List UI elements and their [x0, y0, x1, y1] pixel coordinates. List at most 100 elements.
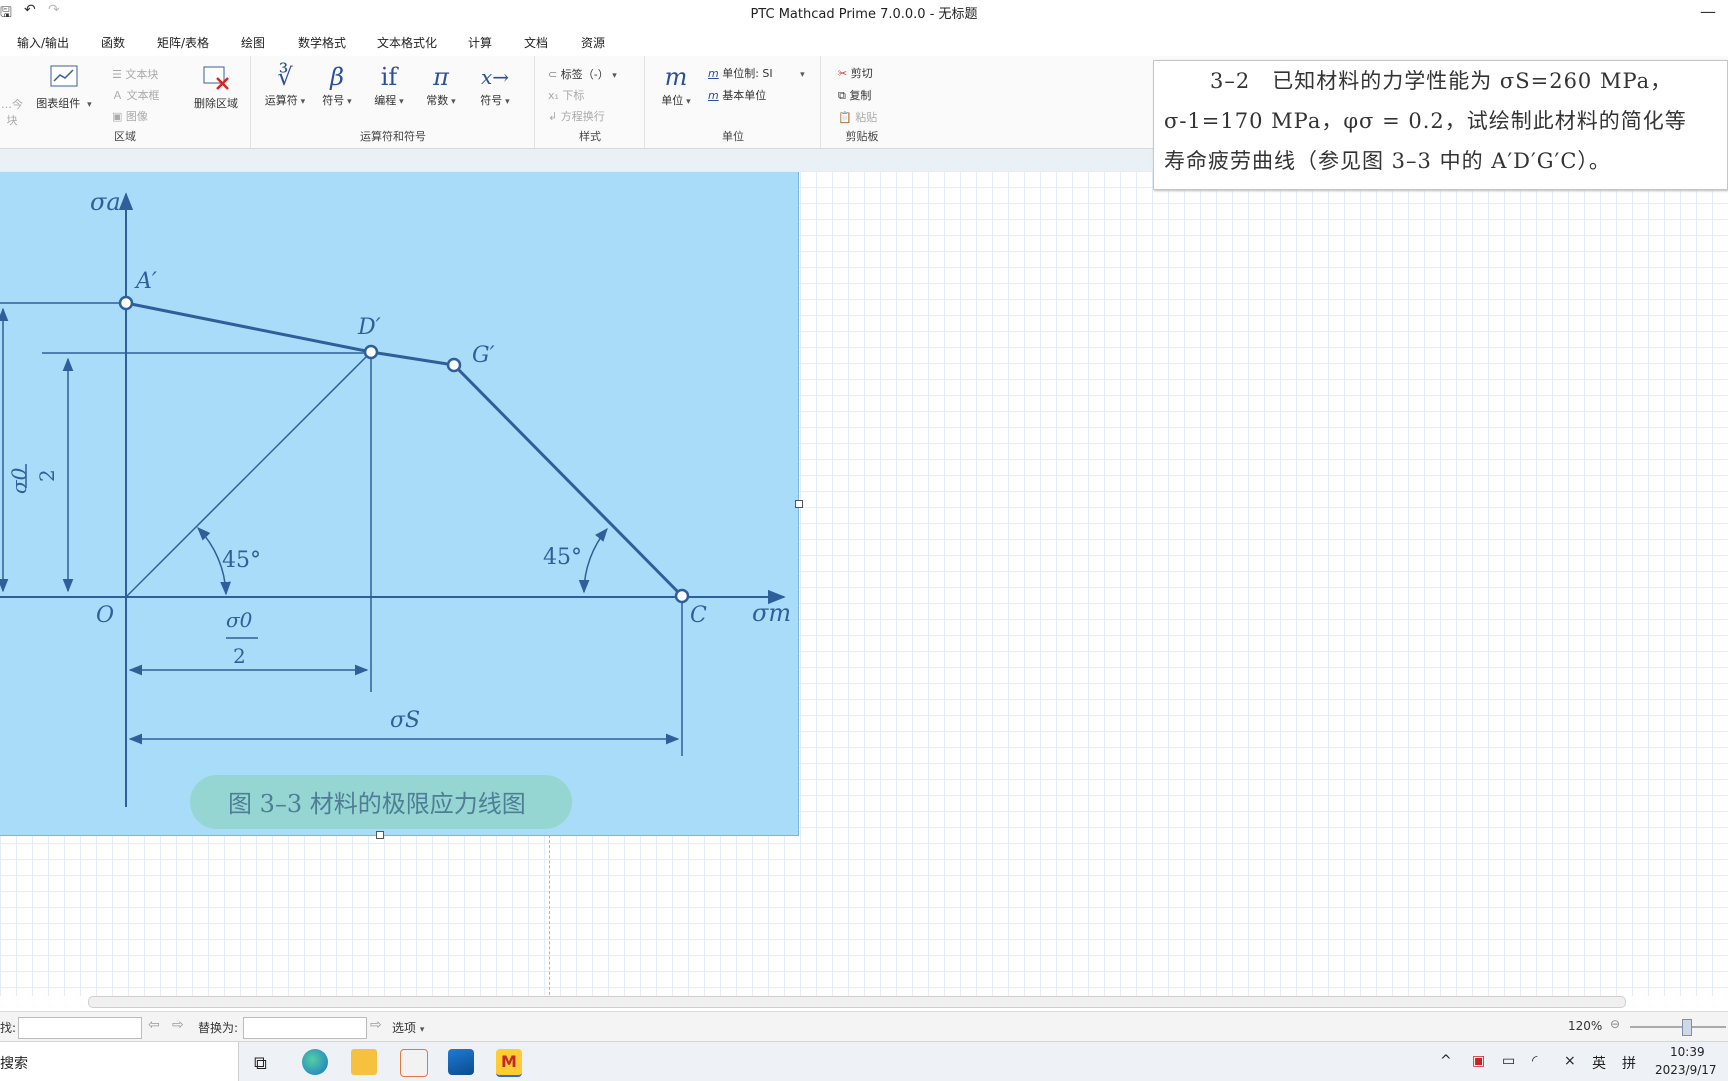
constants-button[interactable]: π 常数 ▾ [416, 62, 466, 108]
image-label: 图像 [125, 110, 148, 123]
ribbon-tabs: 输入/输出 函数 矩阵/表格 绘图 数学格式 文本格式化 计算 文档 资源 [0, 30, 1728, 52]
task-view-icon[interactable]: ⧉ [254, 1053, 267, 1074]
photos-icon[interactable] [448, 1049, 474, 1075]
symbolic-button[interactable]: x→ 符号 ▾ [468, 62, 522, 108]
base-units-button[interactable]: m 基本单位 [708, 87, 766, 103]
group-clipboard-label: 剪贴板 [845, 130, 879, 143]
label-dropdown[interactable]: ⊂ 标签（-） ▾ [548, 66, 617, 82]
battery-icon[interactable]: ▭ [1502, 1053, 1515, 1069]
math-block-button[interactable]: …今块 [0, 96, 24, 128]
taskbar-search[interactable]: 搜索 [0, 1042, 239, 1081]
vertical-half-sigma0-num: σ0 [7, 467, 31, 494]
chart-icon [50, 65, 78, 87]
delete-region-icon [203, 66, 229, 90]
image-region[interactable]: σa σm A′ D′ G′ C O σ0 σS σ0 2 45° 45° 2 … [0, 172, 803, 839]
base-units-icon: m [708, 89, 719, 102]
operators-button[interactable]: ∛ 运算符 ▾ [260, 62, 310, 108]
zoom-out-icon[interactable]: ⊖ [1610, 1017, 1620, 1031]
programming-label: 编程 [374, 94, 397, 107]
copy-label: 复制 [849, 89, 872, 102]
group-operators-label: 运算符和符号 [360, 130, 426, 143]
text-box-button[interactable]: Ａ 文本框 [112, 87, 160, 103]
replace-icon[interactable]: ⇨ [370, 1017, 382, 1033]
radical-icon: ∛ [277, 63, 293, 91]
wifi-icon[interactable]: ◜ [1532, 1053, 1537, 1069]
sigma-s-label: σS [390, 708, 420, 733]
show-hidden-icons-icon[interactable]: ^ [1440, 1053, 1452, 1069]
zoom-level: 120% [1568, 1019, 1603, 1033]
point-g-label: G′ [472, 343, 495, 368]
window-title: PTC Mathcad Prime 7.0.0.0 - 无标题 [750, 7, 978, 22]
symbols-button[interactable]: β 符号 ▾ [312, 62, 362, 108]
chart-component-button[interactable]: 图表组件 ▾ [36, 62, 92, 111]
problem-text-region[interactable]: 3–2 已知材料的力学性能为 σS=260 MPa， σ-1=170 MPa，φ… [1153, 60, 1728, 190]
zoom-slider[interactable] [1630, 1026, 1726, 1028]
resize-handle-right[interactable] [795, 500, 803, 508]
tab-calculation[interactable]: 计算 [468, 34, 492, 51]
tab-io[interactable]: 输入/输出 [17, 34, 69, 51]
base-units-label: 基本单位 [722, 89, 767, 102]
tab-matrices[interactable]: 矩阵/表格 [157, 34, 209, 51]
options-dropdown[interactable]: 选项 ▾ [392, 1019, 424, 1036]
programming-button[interactable]: if 编程 ▾ [364, 62, 414, 108]
resize-handle-bottom[interactable] [376, 831, 384, 839]
pi-icon: π [433, 63, 449, 91]
units-button[interactable]: m 单位 ▾ [654, 62, 698, 108]
unit-system-icon: m [708, 67, 719, 80]
tab-documents[interactable]: 文档 [524, 34, 548, 51]
point-a-marker [118, 295, 134, 311]
subscript-button[interactable]: x₁ 下标 [548, 87, 584, 103]
minimize-icon[interactable]: — [1700, 2, 1716, 21]
x-axis-label: σm [752, 599, 791, 627]
unit-system-dropdown[interactable]: m 单位制: SI ▾ [708, 65, 805, 81]
mathcad-icon[interactable]: M [496, 1049, 522, 1077]
find-label: 找: [0, 1021, 17, 1035]
scissors-icon: ✂ [838, 67, 848, 80]
group-operators: ∛ 运算符 ▾ β 符号 ▾ if 编程 ▾ π 常数 ▾ x→ 符号 ▾ 运算… [252, 56, 535, 148]
tab-resources[interactable]: 资源 [581, 34, 605, 51]
text-box-label: 文本框 [126, 89, 160, 102]
tab-functions[interactable]: 函数 [101, 34, 125, 51]
point-d-label: D′ [357, 315, 381, 340]
right-angle-label: 45° [543, 545, 582, 570]
horizontal-scrollbar[interactable] [88, 996, 1626, 1008]
tab-plots[interactable]: 绘图 [241, 34, 265, 51]
copy-button[interactable]: ⧉ 复制 [838, 87, 871, 103]
clock-date[interactable]: 2023/9/17 [1655, 1063, 1717, 1077]
clock-time[interactable]: 10:39 [1670, 1045, 1705, 1059]
group-region-label: 区域 [114, 130, 136, 143]
delete-region-button[interactable]: 删除区域 [188, 62, 244, 111]
file-explorer-icon[interactable] [351, 1049, 377, 1075]
paste-label: 粘贴 [855, 111, 878, 124]
zoom-slider-thumb[interactable] [1682, 1019, 1692, 1036]
cut-button[interactable]: ✂ 剪切 [838, 65, 873, 81]
tray-app-icon[interactable]: ▣ [1472, 1053, 1485, 1069]
title-bar: 🖫 ↶ ↷ PTC Mathcad Prime 7.0.0.0 - 无标题 — [0, 0, 1728, 22]
chart-component-label: 图表组件 [36, 97, 81, 110]
image-button[interactable]: ▣ 图像 [112, 108, 148, 124]
find-input[interactable] [18, 1017, 142, 1039]
half-sigma0-den: 2 [233, 644, 246, 668]
find-next-icon[interactable]: ⇨ [172, 1017, 184, 1033]
tab-text-formatting[interactable]: 文本格式化 [377, 34, 437, 51]
paste-button[interactable]: 📋 粘贴 [838, 109, 877, 125]
ime-language[interactable]: 英 [1592, 1053, 1606, 1073]
app-icon[interactable] [400, 1049, 428, 1077]
problem-line-1: 3–2 已知材料的力学性能为 σS=260 MPa， [1210, 69, 1673, 93]
edge-browser-icon[interactable] [302, 1049, 328, 1075]
find-previous-icon[interactable]: ⇦ [148, 1017, 160, 1033]
text-block-button[interactable]: ☰ 文本块 [112, 66, 158, 82]
line-break-button[interactable]: ↲ 方程换行 [548, 108, 605, 124]
units-label: 单位 [661, 94, 684, 107]
replace-input[interactable] [243, 1017, 367, 1039]
paste-icon: 📋 [838, 111, 852, 124]
symbolic-evaluation-icon: x→ [480, 65, 510, 89]
line-break-icon: ↲ [548, 110, 558, 123]
text-block-label: 文本块 [125, 68, 159, 81]
mute-icon[interactable]: × [1564, 1053, 1576, 1069]
ime-mode[interactable]: 拼 [1622, 1053, 1636, 1073]
tab-math-formatting[interactable]: 数学格式 [298, 34, 346, 51]
point-c-marker [674, 588, 690, 604]
operators-label: 运算符 [264, 94, 298, 107]
limit-stress-diagram: σa σm A′ D′ G′ C O σ0 σS σ0 2 45° 45° 2 … [0, 188, 791, 829]
